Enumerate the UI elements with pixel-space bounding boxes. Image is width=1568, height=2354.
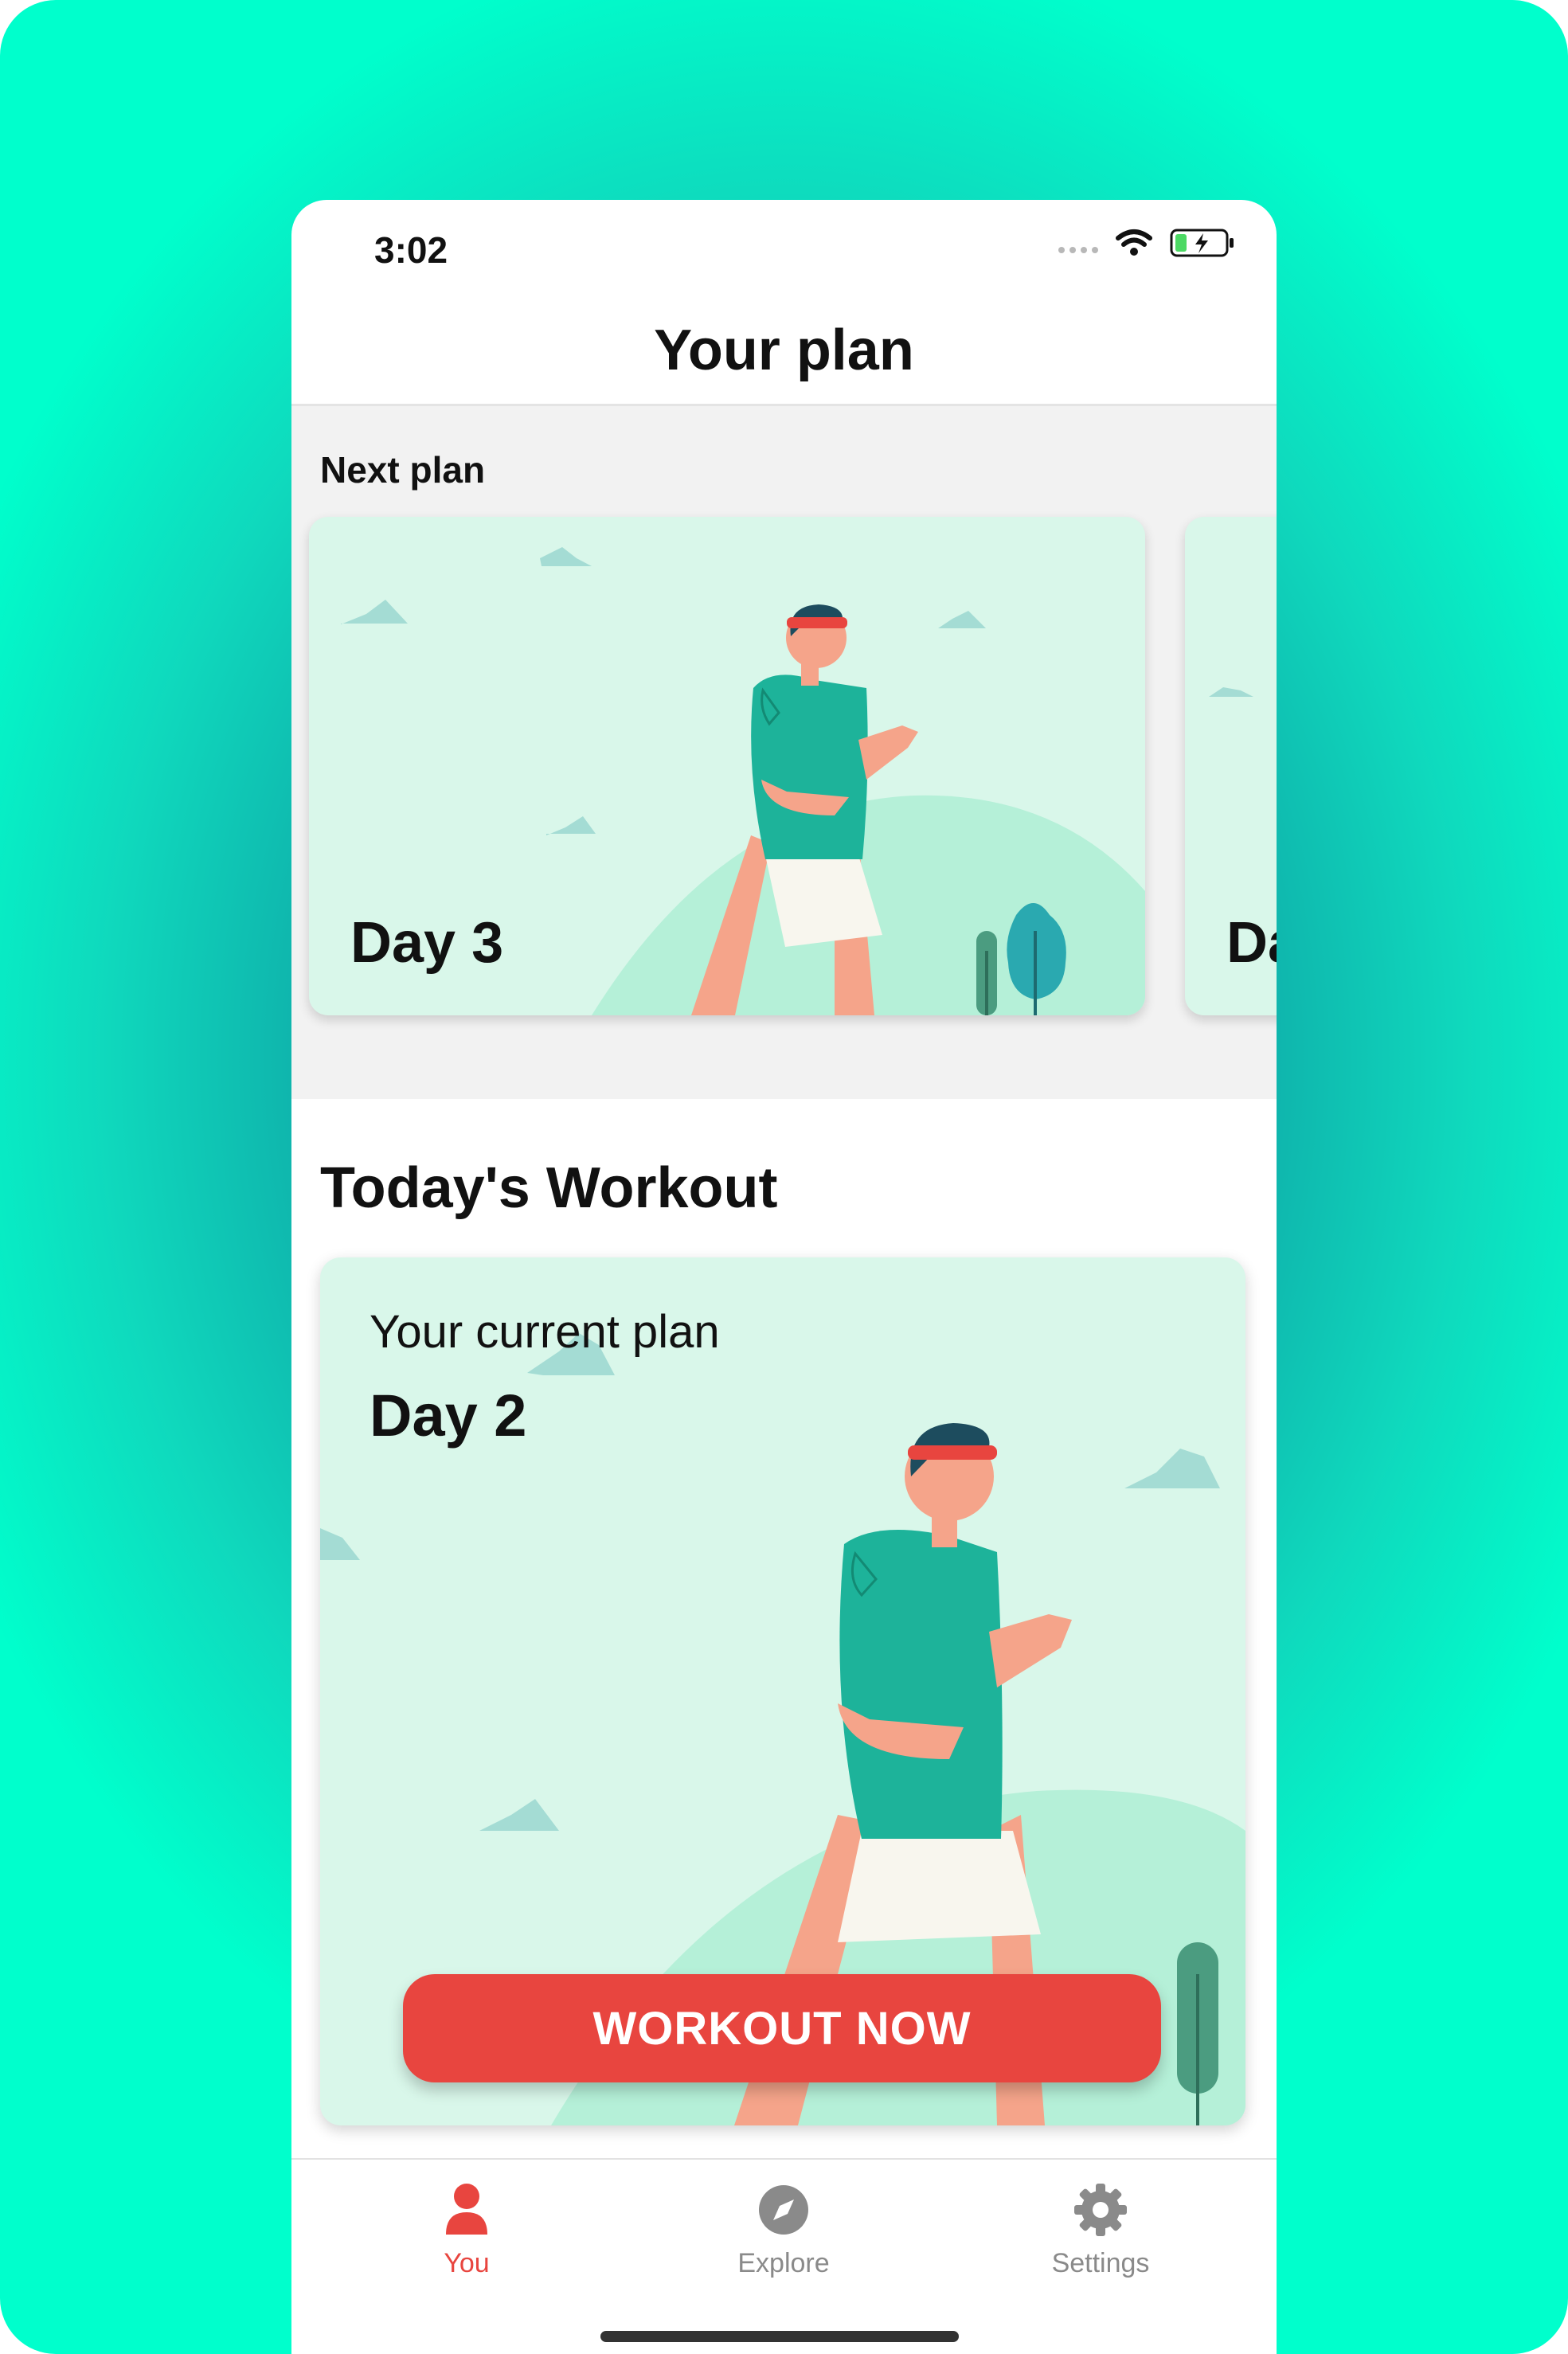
plan-card-day-label: Day 3 (350, 911, 504, 975)
tab-explore-label: Explore (737, 2248, 830, 2278)
todays-workout-card[interactable]: Your current plan Day 2 WORKOUT NOW (320, 1257, 1245, 2125)
plan-card-next[interactable]: Da (1185, 517, 1277, 1015)
gear-icon (1074, 2184, 1127, 2236)
status-time: 3:02 (374, 229, 448, 271)
tab-you-label: You (444, 2248, 490, 2278)
phone-screen: 3:02 Your plan Next plan Day 3 D Today's… (291, 200, 1277, 2354)
plan-card-day-3[interactable]: Day 3 (309, 517, 1145, 1015)
tab-you[interactable]: You (371, 2182, 562, 2279)
compass-icon (759, 2185, 808, 2235)
workout-now-button[interactable]: WORKOUT NOW (403, 1974, 1161, 2082)
status-icons (1058, 227, 1235, 259)
current-plan-label: Your current plan (370, 1306, 720, 1358)
plan-card-day-label: Da (1226, 911, 1277, 975)
tab-settings-label: Settings (1051, 2248, 1150, 2278)
tab-explore[interactable]: Explore (688, 2182, 879, 2279)
battery-icon (1170, 229, 1234, 257)
wifi-icon (1116, 229, 1152, 256)
current-plan-day: Day 2 (370, 1382, 527, 1449)
signal-icon (1058, 247, 1098, 253)
next-plan-label: Next plan (320, 449, 486, 491)
home-indicator (600, 2331, 959, 2342)
todays-workout-title: Today's Workout (320, 1156, 778, 1220)
tab-bar: You Explore Settings (291, 2158, 1277, 2354)
page-title: Your plan (654, 319, 914, 382)
person-icon (446, 2184, 487, 2235)
tab-settings[interactable]: Settings (1005, 2182, 1196, 2279)
